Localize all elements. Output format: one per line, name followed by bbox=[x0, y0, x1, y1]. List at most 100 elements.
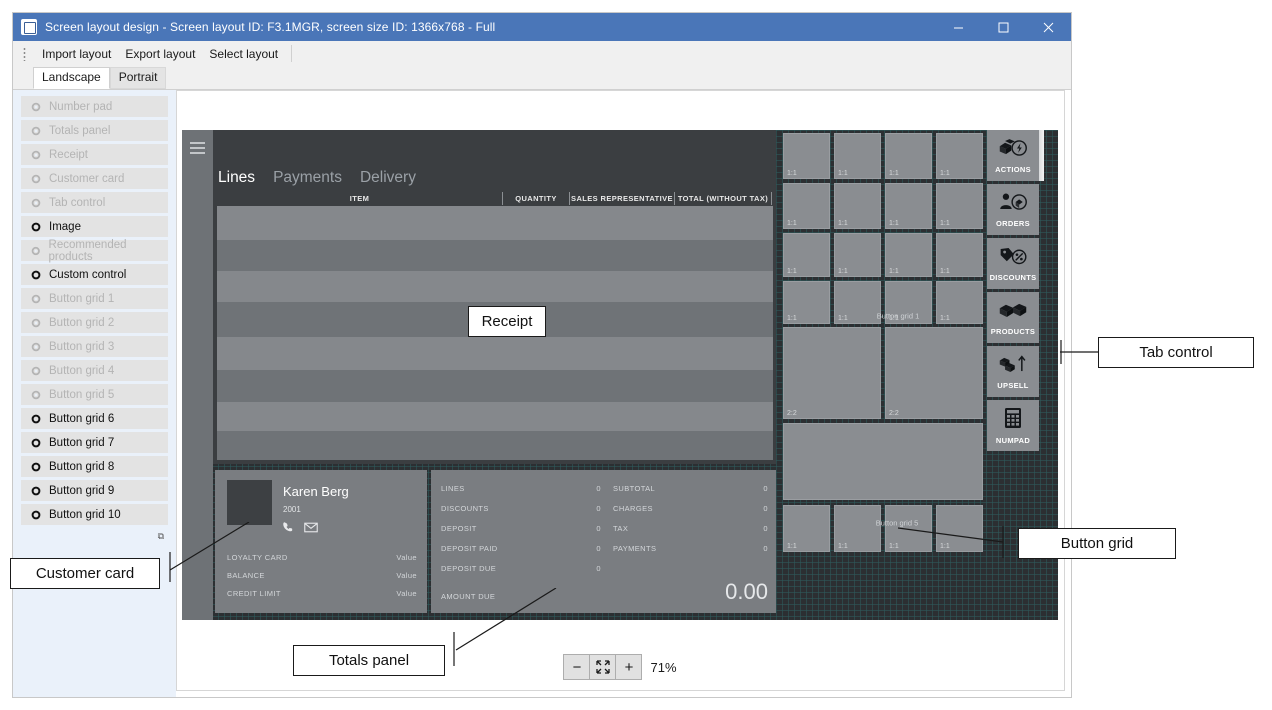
receipt-tab-payments[interactable]: Payments bbox=[273, 169, 342, 187]
grid-button[interactable]: 1:1 bbox=[936, 281, 983, 324]
sidebar-item-label: Image bbox=[49, 221, 81, 233]
sidebar-item-tab-control[interactable]: Tab control bbox=[21, 192, 168, 213]
grid-button[interactable]: 1:1 bbox=[885, 183, 932, 229]
sidebar-item-button-grid-8[interactable]: Button grid 8 bbox=[21, 456, 168, 477]
tab-control-element[interactable]: ACTIONS ORDERS bbox=[987, 130, 1039, 454]
grid-button[interactable]: 1:1 bbox=[783, 505, 830, 552]
gear-icon bbox=[31, 342, 41, 352]
button-grid-wide[interactable] bbox=[783, 423, 983, 500]
boxes-arrow-up-icon bbox=[998, 354, 1028, 378]
sidebar-expand-toggle[interactable]: ⧉ bbox=[21, 528, 168, 544]
receipt-row[interactable] bbox=[217, 402, 773, 431]
grid-button[interactable]: 1:1 bbox=[834, 281, 881, 324]
totals-label: DEPOSIT PAID bbox=[441, 544, 498, 553]
cell-ratio: 1:1 bbox=[889, 220, 899, 227]
receipt-tab-lines[interactable]: Lines bbox=[218, 169, 255, 187]
sidebar-item-number-pad[interactable]: Number pad bbox=[21, 96, 168, 117]
receipt-row[interactable] bbox=[217, 370, 773, 402]
receipt-element[interactable]: Lines Payments Delivery ITEM QUANTITY SA… bbox=[213, 130, 776, 464]
grid-button[interactable]: 2:2 bbox=[885, 327, 983, 419]
minimize-button[interactable] bbox=[936, 13, 981, 41]
cell-ratio: 1:1 bbox=[787, 268, 797, 275]
toolbar-separator bbox=[291, 45, 292, 62]
sidebar-item-recommended-products[interactable]: Recommended products bbox=[21, 240, 168, 261]
phone-icon[interactable] bbox=[282, 521, 295, 534]
sidebar-item-button-grid-6[interactable]: Button grid 6 bbox=[21, 408, 168, 429]
receipt-row[interactable] bbox=[217, 271, 773, 302]
leader-line-button-grid bbox=[898, 520, 1020, 560]
zoom-button-group: − + bbox=[564, 654, 642, 680]
receipt-row[interactable] bbox=[217, 240, 773, 271]
export-layout-button[interactable]: Export layout bbox=[118, 44, 202, 64]
gear-icon bbox=[31, 246, 41, 256]
grid-button[interactable]: 1:1 bbox=[834, 133, 881, 179]
receipt-row[interactable] bbox=[217, 206, 773, 240]
totals-value: 0 bbox=[596, 504, 601, 513]
tab-button-products[interactable]: PRODUCTS bbox=[987, 292, 1039, 343]
sidebar-item-button-grid-4[interactable]: Button grid 4 bbox=[21, 360, 168, 381]
tab-portrait[interactable]: Portrait bbox=[110, 67, 167, 89]
sidebar-item-button-grid-10[interactable]: Button grid 10 bbox=[21, 504, 168, 525]
button-grid-1[interactable]: 1:1 1:1 1:1 1:1 1:1 1:1 1:1 1:1 1:1 1:1 … bbox=[783, 133, 983, 324]
grid-button[interactable]: 1:1 bbox=[885, 133, 932, 179]
sidebar-item-image[interactable]: Image bbox=[21, 216, 168, 237]
grid-button[interactable]: 1:1 bbox=[936, 233, 983, 277]
sidebar-item-totals-panel[interactable]: Totals panel bbox=[21, 120, 168, 141]
customer-fields: LOYALTY CARD Value BALANCE Value CREDIT … bbox=[227, 548, 417, 603]
sidebar-item-button-grid-2[interactable]: Button grid 2 bbox=[21, 312, 168, 333]
toolbar-gripper[interactable] bbox=[23, 47, 26, 61]
grid-button[interactable]: 1:1 bbox=[936, 133, 983, 179]
tab-button-label: UPSELL bbox=[997, 381, 1028, 390]
customer-contact-icons bbox=[282, 521, 318, 534]
grid-button[interactable] bbox=[783, 423, 983, 500]
grid-button[interactable]: 1:1 bbox=[834, 233, 881, 277]
grid-button[interactable]: 1:1 bbox=[783, 183, 830, 229]
grid-button[interactable]: 1:1 bbox=[936, 183, 983, 229]
tab-button-orders[interactable]: ORDERS bbox=[987, 184, 1039, 235]
receipt-row[interactable] bbox=[217, 337, 773, 370]
tab-button-numpad[interactable]: NUMPAD bbox=[987, 400, 1039, 451]
grid-button[interactable]: 1:1 bbox=[834, 183, 881, 229]
column-header-quantity: QUANTITY bbox=[515, 194, 557, 203]
zoom-fit-button[interactable] bbox=[589, 654, 616, 680]
sidebar-item-label: Button grid 2 bbox=[49, 317, 114, 329]
grid-button[interactable]: 1:1 bbox=[885, 233, 932, 277]
envelope-icon[interactable] bbox=[304, 521, 318, 534]
zoom-in-button[interactable]: + bbox=[615, 654, 642, 680]
tab-button-actions[interactable]: ACTIONS bbox=[987, 130, 1039, 181]
grid-button[interactable]: 1:1 bbox=[783, 281, 830, 324]
cell-ratio: 1:1 bbox=[889, 170, 899, 177]
design-canvas-panel[interactable]: Lines Payments Delivery ITEM QUANTITY SA… bbox=[176, 90, 1065, 691]
sidebar-item-button-grid-1[interactable]: Button grid 1 bbox=[21, 288, 168, 309]
cell-ratio: 1:1 bbox=[838, 543, 848, 550]
orientation-tabs: Landscape Portrait bbox=[13, 67, 1071, 89]
totals-label: TAX bbox=[613, 524, 628, 533]
sidebar-item-receipt[interactable]: Receipt bbox=[21, 144, 168, 165]
receipt-tab-delivery[interactable]: Delivery bbox=[360, 169, 416, 187]
sidebar-item-button-grid-3[interactable]: Button grid 3 bbox=[21, 336, 168, 357]
grid-button[interactable]: 1:1 bbox=[834, 505, 881, 552]
grid-button[interactable]: 2:2 bbox=[783, 327, 881, 419]
receipt-row[interactable] bbox=[217, 431, 773, 460]
select-layout-button[interactable]: Select layout bbox=[202, 44, 285, 64]
sidebar-item-button-grid-9[interactable]: Button grid 9 bbox=[21, 480, 168, 501]
tab-button-discounts[interactable]: DISCOUNTS bbox=[987, 238, 1039, 289]
cell-ratio: 1:1 bbox=[787, 315, 797, 322]
totals-label: LINES bbox=[441, 484, 465, 493]
hamburger-menu-icon[interactable] bbox=[190, 142, 205, 157]
sidebar-item-customer-card[interactable]: Customer card bbox=[21, 168, 168, 189]
totals-label: PAYMENTS bbox=[613, 544, 656, 553]
sidebar-item-custom-control[interactable]: Custom control bbox=[21, 264, 168, 285]
grid-button[interactable]: 1:1 bbox=[783, 133, 830, 179]
sidebar-item-button-grid-7[interactable]: Button grid 7 bbox=[21, 432, 168, 453]
zoom-level: 71% bbox=[650, 660, 676, 675]
grid-button[interactable]: 1:1 bbox=[783, 233, 830, 277]
tab-landscape[interactable]: Landscape bbox=[33, 67, 110, 89]
tab-button-upsell[interactable]: UPSELL bbox=[987, 346, 1039, 397]
sidebar-item-button-grid-5[interactable]: Button grid 5 bbox=[21, 384, 168, 405]
sidebar-item-label: Button grid 4 bbox=[49, 365, 114, 377]
button-grid-2x2[interactable]: 2:2 2:2 bbox=[783, 327, 983, 420]
maximize-button[interactable] bbox=[981, 13, 1026, 41]
close-button[interactable] bbox=[1026, 13, 1071, 41]
import-layout-button[interactable]: Import layout bbox=[35, 44, 118, 64]
